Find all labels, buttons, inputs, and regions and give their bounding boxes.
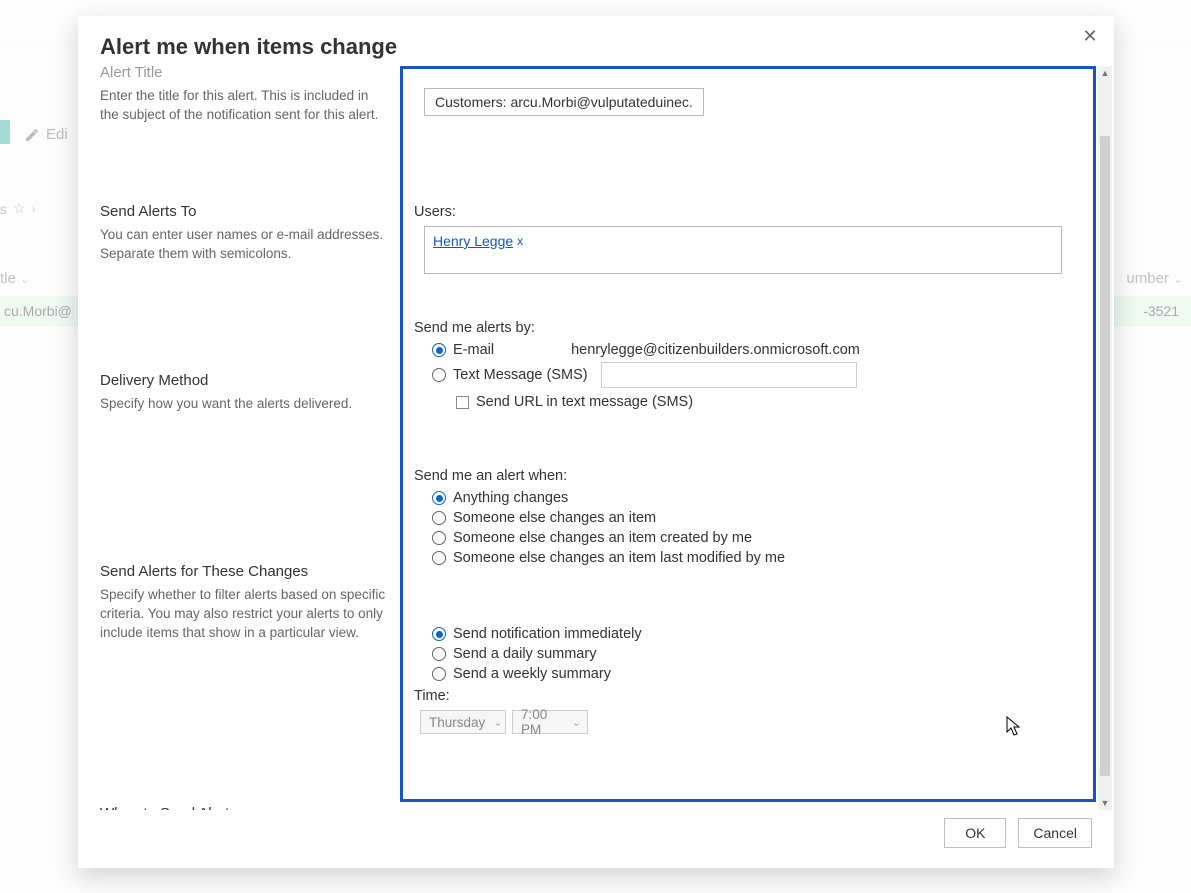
radio-freq-daily[interactable] (432, 647, 446, 661)
cancel-button[interactable]: Cancel (1018, 818, 1092, 848)
scroll-up-icon[interactable]: ▲ (1098, 66, 1112, 80)
chevron-down-icon: ⌄ (572, 716, 581, 729)
section-desc-changes: Specify whether to filter alerts based o… (100, 586, 388, 643)
alert-title-input[interactable]: Customers: arcu.Morbi@vulputateduinec. (424, 88, 704, 116)
section-desc-alert-title: Enter the title for this alert. This is … (100, 87, 388, 125)
radio-change-created[interactable] (432, 531, 446, 545)
section-heading-delivery: Delivery Method (100, 372, 388, 389)
sms-phone-input[interactable] (601, 362, 857, 388)
radio-freq-weekly-label: Send a weekly summary (453, 666, 611, 682)
radio-change-else[interactable] (432, 511, 446, 525)
time-day-select: Thursday⌄ (420, 710, 506, 734)
radio-email-label: E-mail (453, 342, 494, 358)
dialog-footer: OK Cancel (944, 818, 1092, 848)
section-descriptions: Alert Title Enter the title for this ale… (100, 66, 400, 810)
user-chip: Henry Legge x (433, 233, 523, 249)
radio-freq-daily-label: Send a daily summary (453, 646, 596, 662)
radio-email[interactable] (432, 343, 446, 357)
dialog-title: Alert me when items change (78, 16, 1114, 66)
dialog-body: Alert Title Enter the title for this ale… (78, 66, 1114, 810)
radio-sms[interactable] (432, 368, 446, 382)
radio-change-any[interactable] (432, 491, 446, 505)
radio-change-modified-label: Someone else changes an item last modifi… (453, 550, 785, 566)
user-chip-remove[interactable]: x (517, 234, 523, 248)
radio-freq-weekly[interactable] (432, 667, 446, 681)
checkbox-send-url[interactable] (456, 396, 469, 409)
send-by-label: Send me alerts by: (414, 320, 1082, 336)
user-chip-name[interactable]: Henry Legge (433, 233, 513, 249)
section-heading-alert-title: Alert Title (100, 66, 388, 81)
radio-change-else-label: Someone else changes an item (453, 510, 656, 526)
scroll-down-icon[interactable]: ▼ (1098, 796, 1112, 810)
radio-change-any-label: Anything changes (453, 490, 568, 506)
chevron-down-icon: ⌄ (493, 716, 502, 729)
users-label: Users: (414, 204, 1082, 220)
ok-button[interactable]: OK (944, 818, 1006, 848)
alert-dialog: ✕ Alert me when items change Alert Title… (78, 16, 1114, 868)
section-desc-send-to: You can enter user names or e-mail addre… (100, 226, 388, 264)
radio-freq-immediate-label: Send notification immediately (453, 626, 642, 642)
radio-sms-label: Text Message (SMS) (453, 367, 588, 383)
checkbox-send-url-label: Send URL in text message (SMS) (476, 394, 693, 410)
radio-change-modified[interactable] (432, 551, 446, 565)
section-heading-when: When to Send Alerts (100, 805, 388, 810)
close-button[interactable]: ✕ (1076, 22, 1104, 50)
scrollbar-thumb[interactable] (1100, 136, 1110, 776)
radio-freq-immediate[interactable] (432, 627, 446, 641)
email-value: henrylegge@citizenbuilders.onmicrosoft.c… (571, 342, 860, 358)
section-desc-delivery: Specify how you want the alerts delivere… (100, 395, 388, 414)
scrollbar[interactable]: ▲ ▼ (1098, 66, 1112, 810)
radio-change-created-label: Someone else changes an item created by … (453, 530, 752, 546)
section-heading-send-to: Send Alerts To (100, 203, 388, 220)
time-label: Time: (414, 688, 1082, 704)
section-heading-changes: Send Alerts for These Changes (100, 563, 388, 580)
users-input[interactable]: Henry Legge x (424, 226, 1062, 274)
alert-when-label: Send me an alert when: (414, 468, 1082, 484)
time-hour-select: 7:00 PM⌄ (512, 710, 588, 734)
